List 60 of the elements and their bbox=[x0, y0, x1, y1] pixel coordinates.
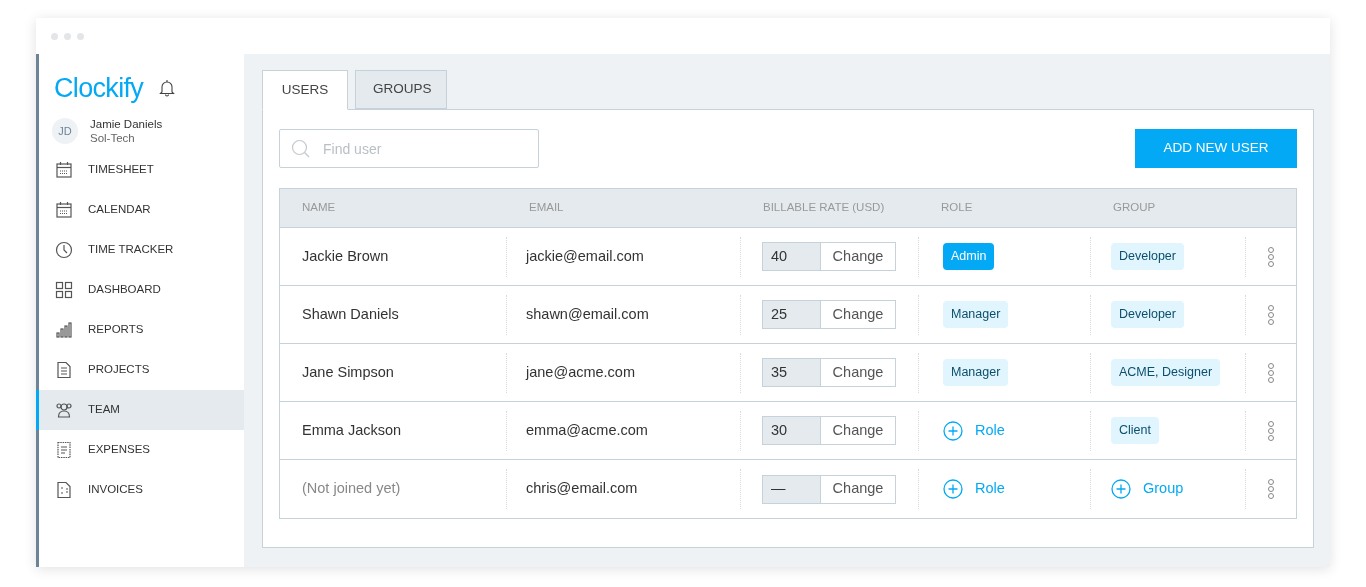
role-tag[interactable]: Manager bbox=[943, 301, 1009, 328]
user-name-cell-text: Emma Jackson bbox=[302, 420, 402, 440]
sidebar-item[interactable]: INVOICES bbox=[36, 470, 244, 510]
clock-icon bbox=[55, 241, 73, 259]
tab[interactable]: USERS bbox=[262, 70, 348, 110]
column-header: GROUP bbox=[1112, 200, 1157, 216]
sidebar-item[interactable]: TIMESHEET bbox=[36, 150, 244, 190]
email-cell-text: chris@email.com bbox=[526, 479, 638, 499]
sidebar-item[interactable]: REPORTS bbox=[36, 310, 244, 350]
rate-field[interactable]: 35 Change bbox=[762, 358, 896, 387]
email-cell-text: emma@acme.com bbox=[526, 420, 648, 440]
rate-field[interactable]: 25 Change bbox=[762, 300, 896, 329]
user-name-cell-text: Shawn Daniels bbox=[302, 304, 399, 324]
email-cell-text: jane@acme.com bbox=[526, 362, 635, 382]
invoice-icon bbox=[55, 481, 73, 499]
rate-field[interactable]: — Change bbox=[762, 474, 896, 504]
more-options-icon[interactable] bbox=[1267, 303, 1275, 326]
group-tag[interactable]: ACME, Designer bbox=[1111, 359, 1221, 386]
group-tag[interactable]: Developer bbox=[1111, 243, 1184, 270]
column-header: NAME bbox=[301, 200, 337, 216]
more-options-icon[interactable] bbox=[1267, 419, 1275, 442]
bar-chart-icon bbox=[55, 321, 73, 339]
column-header: ROLE bbox=[940, 200, 974, 216]
team-icon bbox=[55, 401, 73, 419]
column-header: BILLABLE RATE (USD) bbox=[762, 200, 886, 216]
document-icon bbox=[55, 361, 73, 379]
receipt-icon bbox=[55, 441, 73, 459]
user-name-cell-text: Jane Simpson bbox=[302, 362, 394, 382]
search-icon bbox=[291, 139, 311, 159]
user-name-cell-text: (Not joined yet) bbox=[302, 479, 401, 499]
plus-circle-icon bbox=[943, 420, 963, 441]
sidebar-item[interactable]: EXPENSES bbox=[36, 430, 244, 470]
company-name: Sol-Tech bbox=[90, 131, 136, 145]
email-cell-text: shawn@email.com bbox=[526, 304, 649, 324]
column-header: EMAIL bbox=[528, 200, 565, 216]
calendar-icon bbox=[55, 201, 73, 219]
user-avatar[interactable]: JD bbox=[52, 118, 78, 144]
sidebar-item[interactable]: PROJECTS bbox=[36, 350, 244, 390]
dashboard-icon bbox=[55, 281, 73, 299]
sidebar-item[interactable]: CALENDAR bbox=[36, 190, 244, 230]
more-options-icon[interactable] bbox=[1267, 478, 1275, 500]
tab[interactable]: GROUPS bbox=[355, 70, 447, 109]
plus-circle-icon bbox=[943, 479, 963, 499]
email-cell-text: jackie@email.com bbox=[526, 246, 644, 266]
sidebar-item[interactable]: DASHBOARD bbox=[36, 270, 244, 310]
plus-circle-icon bbox=[1111, 479, 1131, 499]
group-tag[interactable]: Client bbox=[1111, 417, 1159, 444]
rate-field[interactable]: 40 Change bbox=[762, 242, 896, 271]
user-name-cell-text: Jackie Brown bbox=[302, 246, 389, 266]
bell-icon[interactable] bbox=[159, 79, 176, 97]
rate-field[interactable]: 30 Change bbox=[762, 416, 896, 445]
role-tag[interactable]: Manager bbox=[943, 359, 1009, 386]
user-name: Jamie Daniels bbox=[90, 117, 163, 131]
sidebar-item[interactable]: TIME TRACKER bbox=[36, 230, 244, 270]
calendar-icon bbox=[55, 161, 73, 179]
group-tag[interactable]: Developer bbox=[1111, 301, 1184, 328]
search-field[interactable]: Find user bbox=[279, 129, 539, 168]
more-options-icon[interactable] bbox=[1267, 361, 1275, 384]
more-options-icon[interactable] bbox=[1267, 245, 1275, 268]
sidebar-item[interactable]: TEAM bbox=[36, 390, 244, 430]
